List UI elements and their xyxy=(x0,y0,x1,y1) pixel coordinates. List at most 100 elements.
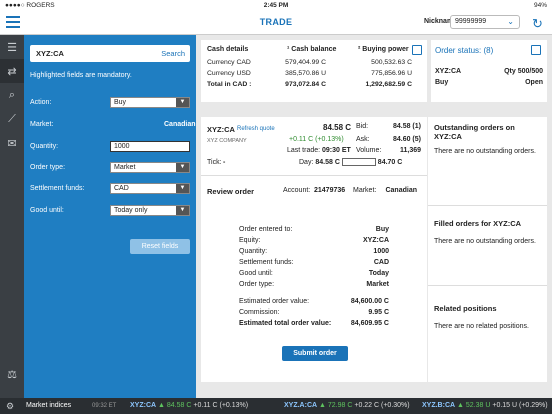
filled-orders-body: There are no outstanding orders. xyxy=(434,238,536,245)
chevron-down-icon: ▼ xyxy=(176,163,189,172)
cash-row-buying: 1,292,682.59 C xyxy=(365,81,412,88)
est-total-label: Estimated total order value: xyxy=(239,320,332,327)
cash-row-label: Currency USD xyxy=(207,70,251,77)
review-row-value: Buy xyxy=(375,226,389,233)
market-ticker-bar: ⚙ Market indices 09:32 ET XYZ:CA ▲ 84.58… xyxy=(0,398,552,414)
accounts-icon[interactable]: ☰ xyxy=(0,35,24,59)
search-icon[interactable]: ⌕ xyxy=(0,83,24,107)
buying-power-header: ² Buying power xyxy=(358,46,409,53)
filled-orders-title: Filled orders for XYZ:CA xyxy=(434,219,522,228)
action-select[interactable]: Buy ▼ xyxy=(110,97,190,108)
search-button[interactable]: Search xyxy=(161,49,185,58)
quantity-label: Quantity: xyxy=(30,143,59,150)
bid-value: 84.58 (1) xyxy=(392,123,421,130)
order-entry-panel: XYZ:CA Search Highlighted fields are man… xyxy=(24,35,196,398)
review-row-label: Equity: xyxy=(239,237,261,244)
market-value: Canadian xyxy=(164,121,196,128)
est-total-value: 84,609.95 C xyxy=(350,320,389,327)
est-value-label: Estimated order value: xyxy=(239,298,310,305)
review-row-label: Good until: xyxy=(239,270,273,277)
ticker-item[interactable]: XYZ.A:CA ▲ 72.98 C +0.22 C (+0.30%) xyxy=(284,402,410,409)
ticker-symbol: XYZ.A:CA xyxy=(284,402,318,409)
gear-icon[interactable]: ⚙ xyxy=(6,401,14,412)
ticker-price: ▲ 52.38 U xyxy=(457,402,491,409)
commission-label: Commission: xyxy=(239,309,280,316)
good-until-value: Today only xyxy=(114,207,148,214)
ios-status-bar: ●●●●○ ROGERS 2:45 PM 94% xyxy=(0,0,552,11)
expand-icon[interactable] xyxy=(531,45,541,55)
ask-label: Ask: xyxy=(356,136,370,143)
related-info-card: Outstanding orders on XYZ:CA There are n… xyxy=(428,117,547,382)
refresh-quote-link[interactable]: Refresh quote xyxy=(237,126,275,132)
price-change: +0.11 C (+0.13%) xyxy=(289,136,344,143)
quantity-row: Quantity: 1000 xyxy=(30,141,190,153)
cash-row-label: Total in CAD : xyxy=(207,81,252,88)
review-row-value: XYZ:CA xyxy=(362,237,389,244)
review-row-label: Order entered to: xyxy=(239,226,293,233)
legal-scale-icon[interactable]: ⚖ xyxy=(0,362,24,386)
status-qty: Qty 500/500 xyxy=(504,68,543,75)
refresh-icon[interactable]: ↻ xyxy=(532,16,543,32)
chevron-down-icon: ▼ xyxy=(176,184,189,193)
chevron-down-icon: ⌄ xyxy=(507,17,514,26)
tick-value: - xyxy=(223,159,226,166)
cash-row-balance: 579,404.99 C xyxy=(285,59,326,66)
ticker-change: +0.22 C (+0.30%) xyxy=(354,402,410,409)
mandatory-note: Highlighted fields are mandatory. xyxy=(30,72,132,79)
cash-row-balance: 973,072.84 C xyxy=(285,81,326,88)
commission-value: 9.95 C xyxy=(368,309,389,316)
divider xyxy=(201,175,427,176)
review-row-value: Market xyxy=(366,281,389,288)
divider xyxy=(428,205,547,206)
symbol-search-field[interactable]: XYZ:CA Search xyxy=(30,45,190,62)
settlement-row: Settlement funds: CAD ▼ xyxy=(30,183,190,195)
expand-icon[interactable] xyxy=(412,45,422,55)
action-row: Action: Buy ▼ xyxy=(30,97,190,109)
chart-icon[interactable]: ⟋ xyxy=(0,107,24,131)
review-row-label: Quantity: xyxy=(239,248,268,255)
ticker-price: ▲ 72.98 C xyxy=(319,402,353,409)
ticker-symbol: XYZ:CA xyxy=(130,402,157,409)
status-symbol: XYZ:CA xyxy=(435,68,462,75)
day-label: Day: xyxy=(299,158,314,166)
reset-fields-button[interactable]: Reset fields xyxy=(130,239,190,254)
account-number: 21479736 xyxy=(314,187,346,194)
order-status-title[interactable]: Order status: (8) xyxy=(435,46,493,55)
cash-row-label: Currency CAD xyxy=(207,59,251,66)
ticker-time: 09:32 ET xyxy=(92,403,117,409)
ticker-item[interactable]: XYZ:CA ▲ 84.58 C +0.11 C (+0.13%) xyxy=(130,402,248,409)
est-value: 84,600.00 C xyxy=(350,298,389,305)
day-range: Day: 84.58 C 84.70 C xyxy=(299,158,402,166)
market-indices-label[interactable]: Market indices xyxy=(26,402,71,409)
trade-icon[interactable]: ⇄ xyxy=(0,59,24,83)
order-type-select[interactable]: Market ▼ xyxy=(110,162,190,173)
action-value: Buy xyxy=(114,99,127,106)
ticker-item[interactable]: XYZ.B:CA ▲ 52.38 U +0.15 U (+0.29%) xyxy=(422,402,548,409)
account-label: Account: xyxy=(283,187,311,194)
nickname-value: 99999999 xyxy=(455,18,487,25)
bid-label: Bid: xyxy=(356,123,369,130)
day-low: 84.58 C xyxy=(315,158,340,166)
last-trade-time: 09:30 ET xyxy=(322,147,351,154)
cash-row-buying: 500,532.63 C xyxy=(371,59,412,66)
volume-value: 11,369 xyxy=(399,147,421,154)
quantity-input[interactable]: 1000 xyxy=(110,141,190,152)
ask-value: 84.60 (5) xyxy=(392,136,421,143)
related-positions-body: There are no related positions. xyxy=(434,323,529,330)
cash-details-card: Cash details ¹ Cash balance ² Buying pow… xyxy=(201,40,427,102)
symbol-input[interactable]: XYZ:CA xyxy=(36,49,64,58)
settlement-value: CAD xyxy=(114,185,129,192)
good-until-select[interactable]: Today only ▼ xyxy=(110,205,190,216)
submit-order-button[interactable]: Submit order xyxy=(282,346,348,361)
cash-row-buying: 775,856.96 U xyxy=(371,70,412,77)
mail-icon[interactable]: ✉ xyxy=(0,131,24,155)
market-label: Market: xyxy=(30,121,54,128)
review-row-value: CAD xyxy=(373,259,389,266)
settlement-select[interactable]: CAD ▼ xyxy=(110,183,190,194)
chevron-down-icon: ▼ xyxy=(176,98,189,107)
review-row-value: Today xyxy=(368,270,389,277)
good-until-row: Good until: Today only ▼ xyxy=(30,205,190,217)
nickname-select[interactable]: 99999999 ⌄ xyxy=(450,15,520,29)
review-row-label: Settlement funds: xyxy=(239,259,294,266)
cash-details-header: Cash details xyxy=(207,46,249,53)
